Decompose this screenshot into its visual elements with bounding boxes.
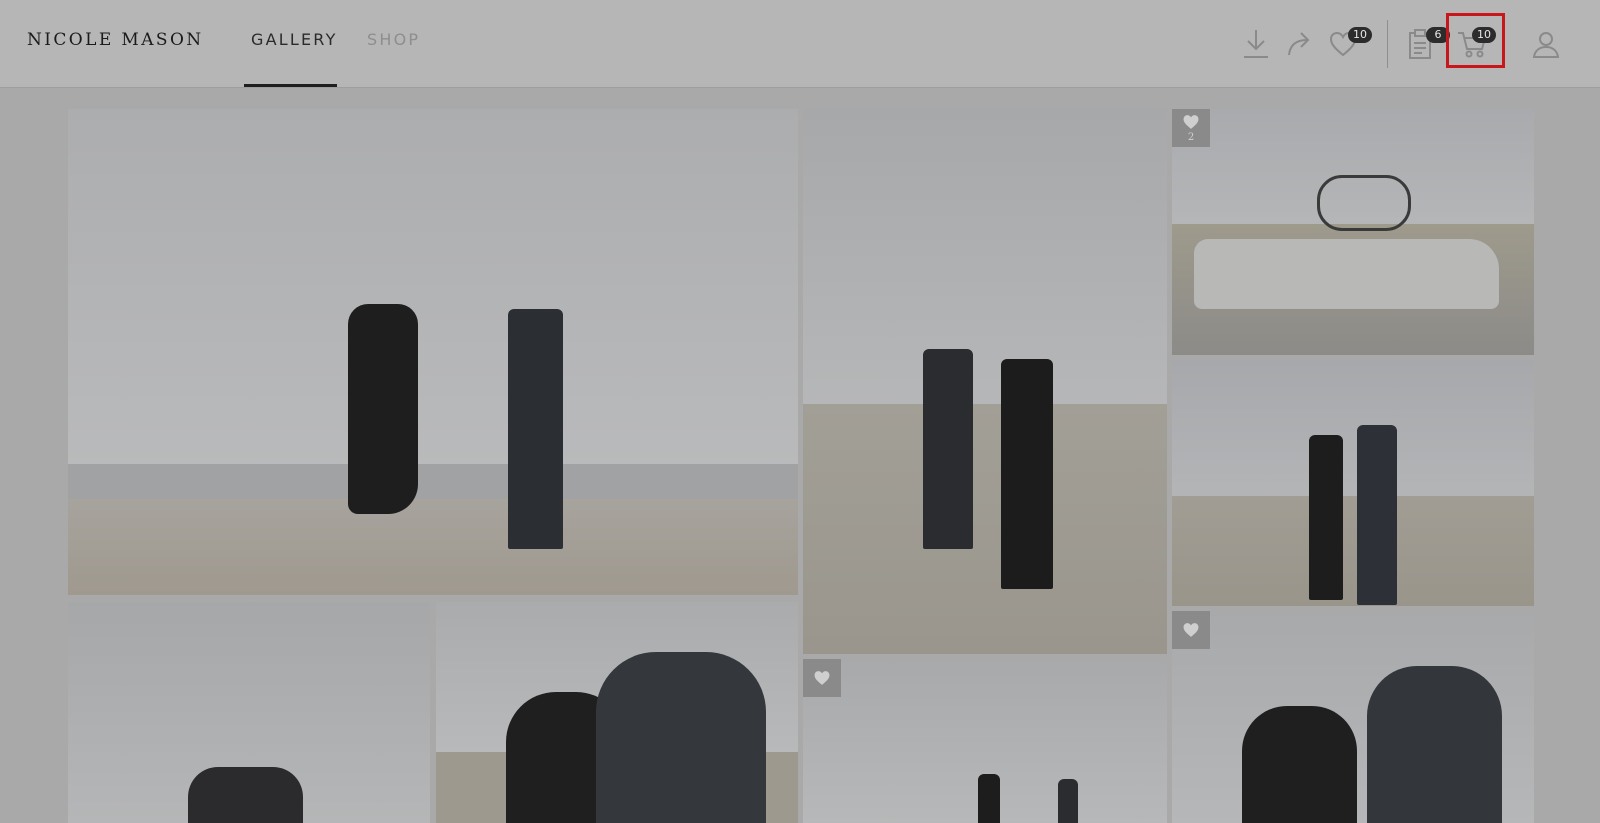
person-figure <box>348 304 418 514</box>
person-figure <box>596 652 766 823</box>
person-figure <box>508 309 563 549</box>
bicycle-shape <box>1317 175 1411 231</box>
gallery-photo[interactable] <box>1172 360 1534 606</box>
gallery-photo[interactable] <box>803 109 1167 654</box>
heart-icon <box>1183 623 1199 637</box>
user-icon <box>1532 32 1560 58</box>
photo-sky <box>1172 360 1534 500</box>
photo-sand <box>68 499 798 595</box>
person-figure <box>1357 425 1397 605</box>
photo-sky <box>803 109 1167 409</box>
account-button[interactable] <box>1526 24 1566 64</box>
person-figure <box>1367 666 1502 823</box>
favorite-toggle[interactable] <box>1172 611 1210 649</box>
gallery-photo[interactable] <box>68 109 798 595</box>
download-button[interactable] <box>1236 24 1276 64</box>
photo-sand <box>1172 496 1534 606</box>
person-figure <box>978 774 1000 823</box>
heart-icon <box>814 671 830 685</box>
share-button[interactable] <box>1280 24 1320 64</box>
person-figure <box>1058 779 1078 823</box>
car-shape <box>1194 239 1499 309</box>
favorites-count-badge: 10 <box>1348 27 1372 43</box>
download-icon <box>1244 30 1268 58</box>
favorite-count: 2 <box>1187 131 1195 143</box>
gallery-photo[interactable] <box>436 602 798 823</box>
share-icon <box>1288 32 1310 56</box>
cart-highlight-box <box>1446 13 1505 68</box>
brand-logo[interactable]: NICOLE MASON <box>27 30 204 50</box>
person-figure <box>1001 359 1053 589</box>
person-figure <box>923 349 973 549</box>
favorite-toggle[interactable] <box>803 659 841 697</box>
gallery-photo[interactable] <box>803 659 1167 823</box>
gallery-photo[interactable]: 2 <box>1172 109 1534 355</box>
tab-shop[interactable]: SHOP <box>367 30 420 49</box>
active-tab-indicator <box>244 84 337 87</box>
gallery-photo[interactable] <box>1172 611 1534 823</box>
orders-button[interactable]: 6 <box>1400 24 1450 64</box>
heart-icon <box>1183 114 1199 129</box>
header-divider <box>1387 20 1388 68</box>
favorites-button[interactable]: 10 <box>1323 24 1372 64</box>
top-bar: NICOLE MASON GALLERY SHOP 10 6 10 <box>0 0 1600 88</box>
tab-gallery[interactable]: GALLERY <box>251 30 338 49</box>
person-figure <box>1309 435 1343 600</box>
person-figure <box>1242 706 1357 823</box>
gallery-photo[interactable] <box>68 602 430 823</box>
person-figure <box>188 767 303 823</box>
photo-sand <box>803 404 1167 654</box>
photo-sky <box>68 109 798 469</box>
favorite-toggle[interactable]: 2 <box>1172 109 1210 147</box>
